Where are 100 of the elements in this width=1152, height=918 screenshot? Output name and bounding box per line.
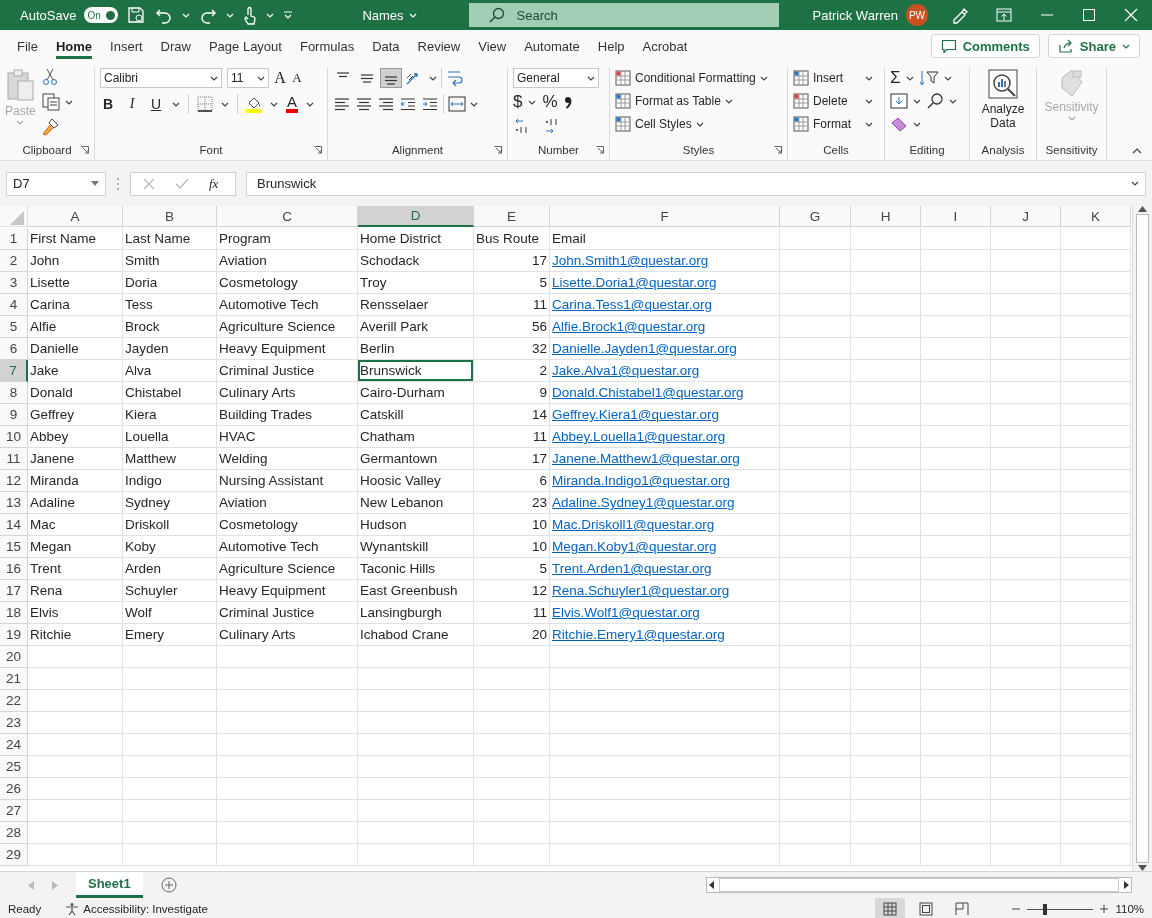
- column-header[interactable]: J: [991, 206, 1061, 227]
- number-format-field[interactable]: General: [513, 68, 599, 88]
- cells-menu-button[interactable]: Delete: [813, 94, 861, 108]
- touch-icon[interactable]: [242, 5, 259, 25]
- caret-icon[interactable]: [943, 75, 952, 81]
- caret-icon[interactable]: [172, 101, 180, 107]
- ribbon-tab[interactable]: View: [469, 30, 516, 62]
- align-left-icon[interactable]: [333, 96, 351, 112]
- check-icon[interactable]: [175, 177, 189, 190]
- row-header[interactable]: 1: [0, 228, 28, 250]
- row-header[interactable]: 24: [0, 734, 28, 756]
- caret-icon[interactable]: [913, 98, 921, 104]
- analyze-data-button[interactable]: Analyze Data: [978, 68, 1028, 130]
- conditional-formatting-icon[interactable]: [615, 70, 631, 86]
- ribbon-tab[interactable]: Insert: [101, 30, 152, 62]
- email-link[interactable]: Rena.Schuyler1@questar.org: [552, 583, 730, 598]
- row-header[interactable]: 28: [0, 822, 28, 844]
- caret-icon[interactable]: [949, 98, 957, 104]
- ribbon-tab[interactable]: Data: [363, 30, 409, 62]
- row-header[interactable]: 3: [0, 272, 28, 294]
- caret-icon[interactable]: [1131, 181, 1139, 186]
- avatar[interactable]: PW: [906, 4, 928, 26]
- format-cells-icon[interactable]: [793, 116, 809, 132]
- formula-input[interactable]: Brunswick: [246, 171, 1146, 196]
- styles-menu-button[interactable]: Conditional Formatting: [635, 71, 756, 85]
- caret-icon[interactable]: [865, 121, 873, 127]
- row-header[interactable]: 6: [0, 338, 28, 360]
- ribbon-tab[interactable]: Automate: [515, 30, 589, 62]
- email-link[interactable]: Megan.Koby1@questar.org: [552, 539, 717, 554]
- row-header[interactable]: 27: [0, 800, 28, 822]
- bold-button[interactable]: B: [100, 96, 116, 112]
- column-header[interactable]: K: [1061, 206, 1131, 227]
- accessibility-button[interactable]: Accessibility: Investigate: [65, 902, 208, 916]
- ribbon-tab[interactable]: Draw: [151, 30, 200, 62]
- scroll-right-icon[interactable]: [1121, 880, 1131, 890]
- dialog-launcher-icon[interactable]: [81, 146, 89, 154]
- zoom-slider-thumb[interactable]: [1043, 903, 1048, 915]
- email-link[interactable]: Danielle.Jayden1@questar.org: [552, 341, 737, 356]
- ribbon-tab[interactable]: Formulas: [290, 30, 364, 62]
- sheet-tab[interactable]: Sheet1: [76, 872, 143, 898]
- wrap-text-icon[interactable]: [446, 69, 464, 87]
- comments-button[interactable]: Comments: [930, 34, 1040, 58]
- row-header[interactable]: 21: [0, 668, 28, 690]
- column-header[interactable]: I: [921, 206, 991, 227]
- column-header[interactable]: B: [123, 206, 217, 227]
- caret-icon[interactable]: [695, 121, 704, 127]
- currency-button[interactable]: $: [513, 92, 523, 112]
- email-link[interactable]: Abbey.Louella1@questar.org: [552, 429, 726, 444]
- ribbon-tab[interactable]: Home: [46, 30, 102, 62]
- ribbon-display-icon[interactable]: [996, 8, 1012, 22]
- maximize-icon[interactable]: [1082, 8, 1096, 22]
- row-header[interactable]: 13: [0, 492, 28, 514]
- email-link[interactable]: John.Smith1@questar.org: [552, 253, 709, 268]
- decrease-indent-icon[interactable]: [399, 96, 417, 112]
- cells-menu-button[interactable]: Format: [813, 117, 861, 131]
- format-painter-icon[interactable]: [41, 118, 60, 136]
- row-header[interactable]: 20: [0, 646, 28, 668]
- caret-icon[interactable]: [724, 98, 733, 104]
- caret-icon[interactable]: [759, 75, 768, 81]
- ribbon-tab[interactable]: File: [8, 30, 47, 62]
- share-button[interactable]: Share: [1047, 34, 1140, 58]
- email-link[interactable]: Carina.Tess1@questar.org: [552, 297, 713, 312]
- row-header[interactable]: 12: [0, 470, 28, 492]
- save-icon[interactable]: [126, 5, 147, 25]
- styles-menu-button[interactable]: Format as Table: [635, 94, 721, 108]
- caret-icon[interactable]: [64, 99, 73, 105]
- zoom-in-icon[interactable]: [1099, 904, 1110, 914]
- underline-button[interactable]: U: [148, 96, 164, 112]
- cell-styles-icon[interactable]: [615, 116, 631, 132]
- zoom-level[interactable]: 110%: [1115, 903, 1144, 915]
- row-header[interactable]: 8: [0, 382, 28, 404]
- fill-icon[interactable]: [890, 93, 908, 109]
- fill-color-icon[interactable]: [246, 95, 262, 113]
- shrink-font-button[interactable]: A: [291, 70, 303, 86]
- email-link[interactable]: Mac.Driskoll1@questar.org: [552, 517, 715, 532]
- table-icon[interactable]: [615, 93, 631, 109]
- column-header[interactable]: H: [851, 206, 921, 227]
- caret-icon[interactable]: [587, 75, 595, 81]
- email-link[interactable]: Adaline.Sydney1@questar.org: [552, 495, 735, 510]
- dialog-launcher-icon[interactable]: [494, 146, 502, 154]
- borders-icon[interactable]: [197, 96, 213, 112]
- search-field[interactable]: Search: [468, 3, 779, 27]
- row-header[interactable]: 26: [0, 778, 28, 800]
- pen-icon[interactable]: [950, 6, 968, 24]
- email-link[interactable]: Elvis.Wolf1@questar.org: [552, 605, 700, 620]
- scroll-up-icon[interactable]: [1138, 206, 1147, 212]
- email-link[interactable]: Janene.Matthew1@questar.org: [552, 451, 740, 466]
- align-center-icon[interactable]: [355, 96, 373, 112]
- email-link[interactable]: Jake.Alva1@questar.org: [552, 363, 700, 378]
- row-header[interactable]: 7: [0, 360, 28, 382]
- eraser-icon[interactable]: [890, 116, 908, 132]
- grow-font-button[interactable]: A: [274, 69, 286, 87]
- font-size-field[interactable]: 11: [227, 68, 269, 88]
- caret-icon[interactable]: [528, 99, 537, 105]
- row-header[interactable]: 23: [0, 712, 28, 734]
- email-link[interactable]: Trent.Arden1@questar.org: [552, 561, 712, 576]
- ribbon-tab[interactable]: Review: [408, 30, 470, 62]
- row-header[interactable]: 25: [0, 756, 28, 778]
- row-header[interactable]: 29: [0, 844, 28, 866]
- add-sheet-icon[interactable]: [160, 877, 177, 893]
